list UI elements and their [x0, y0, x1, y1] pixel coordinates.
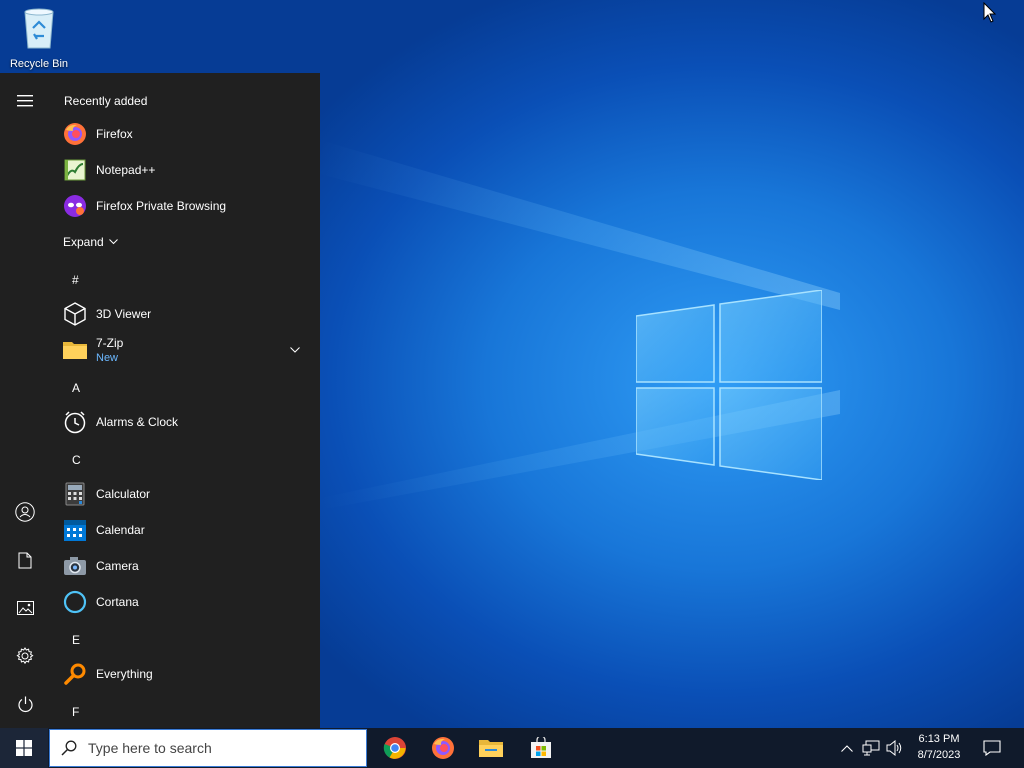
app-item-calendar[interactable]: Calendar [50, 512, 320, 548]
start-menu: Recently added Firefox Notepad++ Firefox… [0, 73, 320, 728]
settings-icon [16, 647, 34, 665]
settings-button[interactable] [0, 634, 50, 678]
app-item-label: Calendar [96, 523, 145, 537]
desktop-icon-label: Recycle Bin [9, 58, 69, 70]
menu-icon [17, 95, 33, 107]
camera-icon [64, 557, 86, 575]
taskbar-search-box[interactable] [49, 729, 367, 767]
app-item-7zip[interactable]: 7-Zip New [50, 332, 320, 368]
volume-icon [886, 740, 902, 756]
user-icon [15, 502, 35, 522]
mouse-cursor-icon [983, 2, 997, 23]
power-icon [17, 696, 33, 712]
taskbar-firefox[interactable] [419, 728, 467, 768]
documents-icon [18, 552, 32, 568]
chevron-down-icon[interactable] [290, 347, 300, 353]
taskbar-clock[interactable]: 6:13 PM 8/7/2023 [910, 731, 968, 763]
start-menu-expand-button[interactable] [0, 79, 50, 123]
app-item-notepadpp[interactable]: Notepad++ [50, 152, 320, 188]
group-header-c[interactable]: C [72, 453, 81, 467]
chevron-down-icon [108, 239, 118, 245]
chevron-up-icon [841, 744, 853, 752]
app-item-label: Everything [96, 667, 153, 681]
app-item-label: Calculator [96, 487, 151, 501]
expand-label: Expand [63, 235, 104, 249]
app-item-3d-viewer[interactable]: 3D Viewer [50, 296, 320, 332]
app-item-label: Notepad++ [96, 163, 156, 177]
desktop-icon-recycle-bin[interactable]: Recycle Bin [4, 6, 74, 70]
file-explorer-icon [479, 740, 503, 757]
taskbar-file-explorer[interactable] [467, 728, 515, 768]
notification-icon [983, 740, 1001, 756]
app-item-calculator[interactable]: Calculator [50, 476, 320, 512]
app-item-firefox-private[interactable]: Firefox Private Browsing [50, 188, 320, 224]
app-item-label: 7-Zip [96, 336, 124, 350]
expand-recent-button[interactable]: Expand [63, 235, 118, 249]
recently-added-header: Recently added [64, 94, 148, 108]
notepadpp-icon [64, 159, 86, 181]
user-account-button[interactable] [0, 490, 50, 534]
taskbar: 6:13 PM 8/7/2023 [0, 728, 1024, 768]
alarm-clock-icon [64, 411, 86, 434]
group-header-e[interactable]: E [72, 633, 80, 647]
firefox-private-icon [64, 195, 86, 217]
app-item-label: 3D Viewer [96, 307, 152, 321]
action-center-button[interactable] [978, 728, 1006, 768]
app-item-label: Firefox Private Browsing [96, 199, 227, 213]
store-icon [531, 737, 551, 758]
wallpaper-beam-top [320, 140, 840, 310]
start-button[interactable] [0, 728, 48, 768]
search-icon [61, 740, 77, 756]
search-input[interactable] [88, 740, 348, 756]
recycle-bin-icon [24, 8, 54, 49]
chrome-icon [383, 737, 406, 759]
app-item-firefox[interactable]: Firefox [50, 116, 320, 152]
clock-date: 8/7/2023 [917, 749, 961, 761]
app-item-everything[interactable]: Everything [50, 656, 320, 692]
documents-button[interactable] [0, 538, 50, 582]
power-button[interactable] [0, 682, 50, 726]
app-item-alarms-clock[interactable]: Alarms & Clock [50, 404, 320, 440]
clock-time: 6:13 PM [918, 733, 960, 745]
app-item-label: Cortana [96, 595, 139, 609]
show-hidden-icons-button[interactable] [838, 728, 856, 768]
folder-icon [63, 342, 87, 359]
firefox-icon [432, 737, 454, 759]
3d-viewer-icon [64, 302, 86, 326]
windows-logo-icon [16, 740, 32, 756]
start-menu-rail [0, 73, 50, 728]
calculator-icon [65, 482, 85, 506]
network-button[interactable] [860, 728, 882, 768]
everything-search-icon [64, 663, 86, 685]
windows-wallpaper-logo [636, 290, 822, 480]
new-badge: New [96, 352, 119, 364]
app-item-label: Firefox [96, 127, 133, 141]
calendar-icon [64, 520, 86, 541]
pictures-icon [16, 601, 34, 615]
group-header-f[interactable]: F [72, 705, 79, 719]
app-item-camera[interactable]: Camera [50, 548, 320, 584]
network-icon [862, 740, 880, 756]
app-item-label: Alarms & Clock [96, 415, 179, 429]
cortana-icon [63, 590, 87, 614]
group-header-hash[interactable]: # [72, 273, 79, 287]
volume-button[interactable] [884, 728, 906, 768]
taskbar-store[interactable] [517, 728, 565, 768]
firefox-icon [64, 123, 86, 145]
pictures-button[interactable] [0, 586, 50, 630]
taskbar-chrome[interactable] [371, 728, 419, 768]
group-header-a[interactable]: A [72, 381, 80, 395]
app-item-cortana[interactable]: Cortana [50, 584, 320, 620]
app-item-label: Camera [96, 559, 139, 573]
start-menu-app-list: Recently added Firefox Notepad++ Firefox… [50, 73, 320, 728]
